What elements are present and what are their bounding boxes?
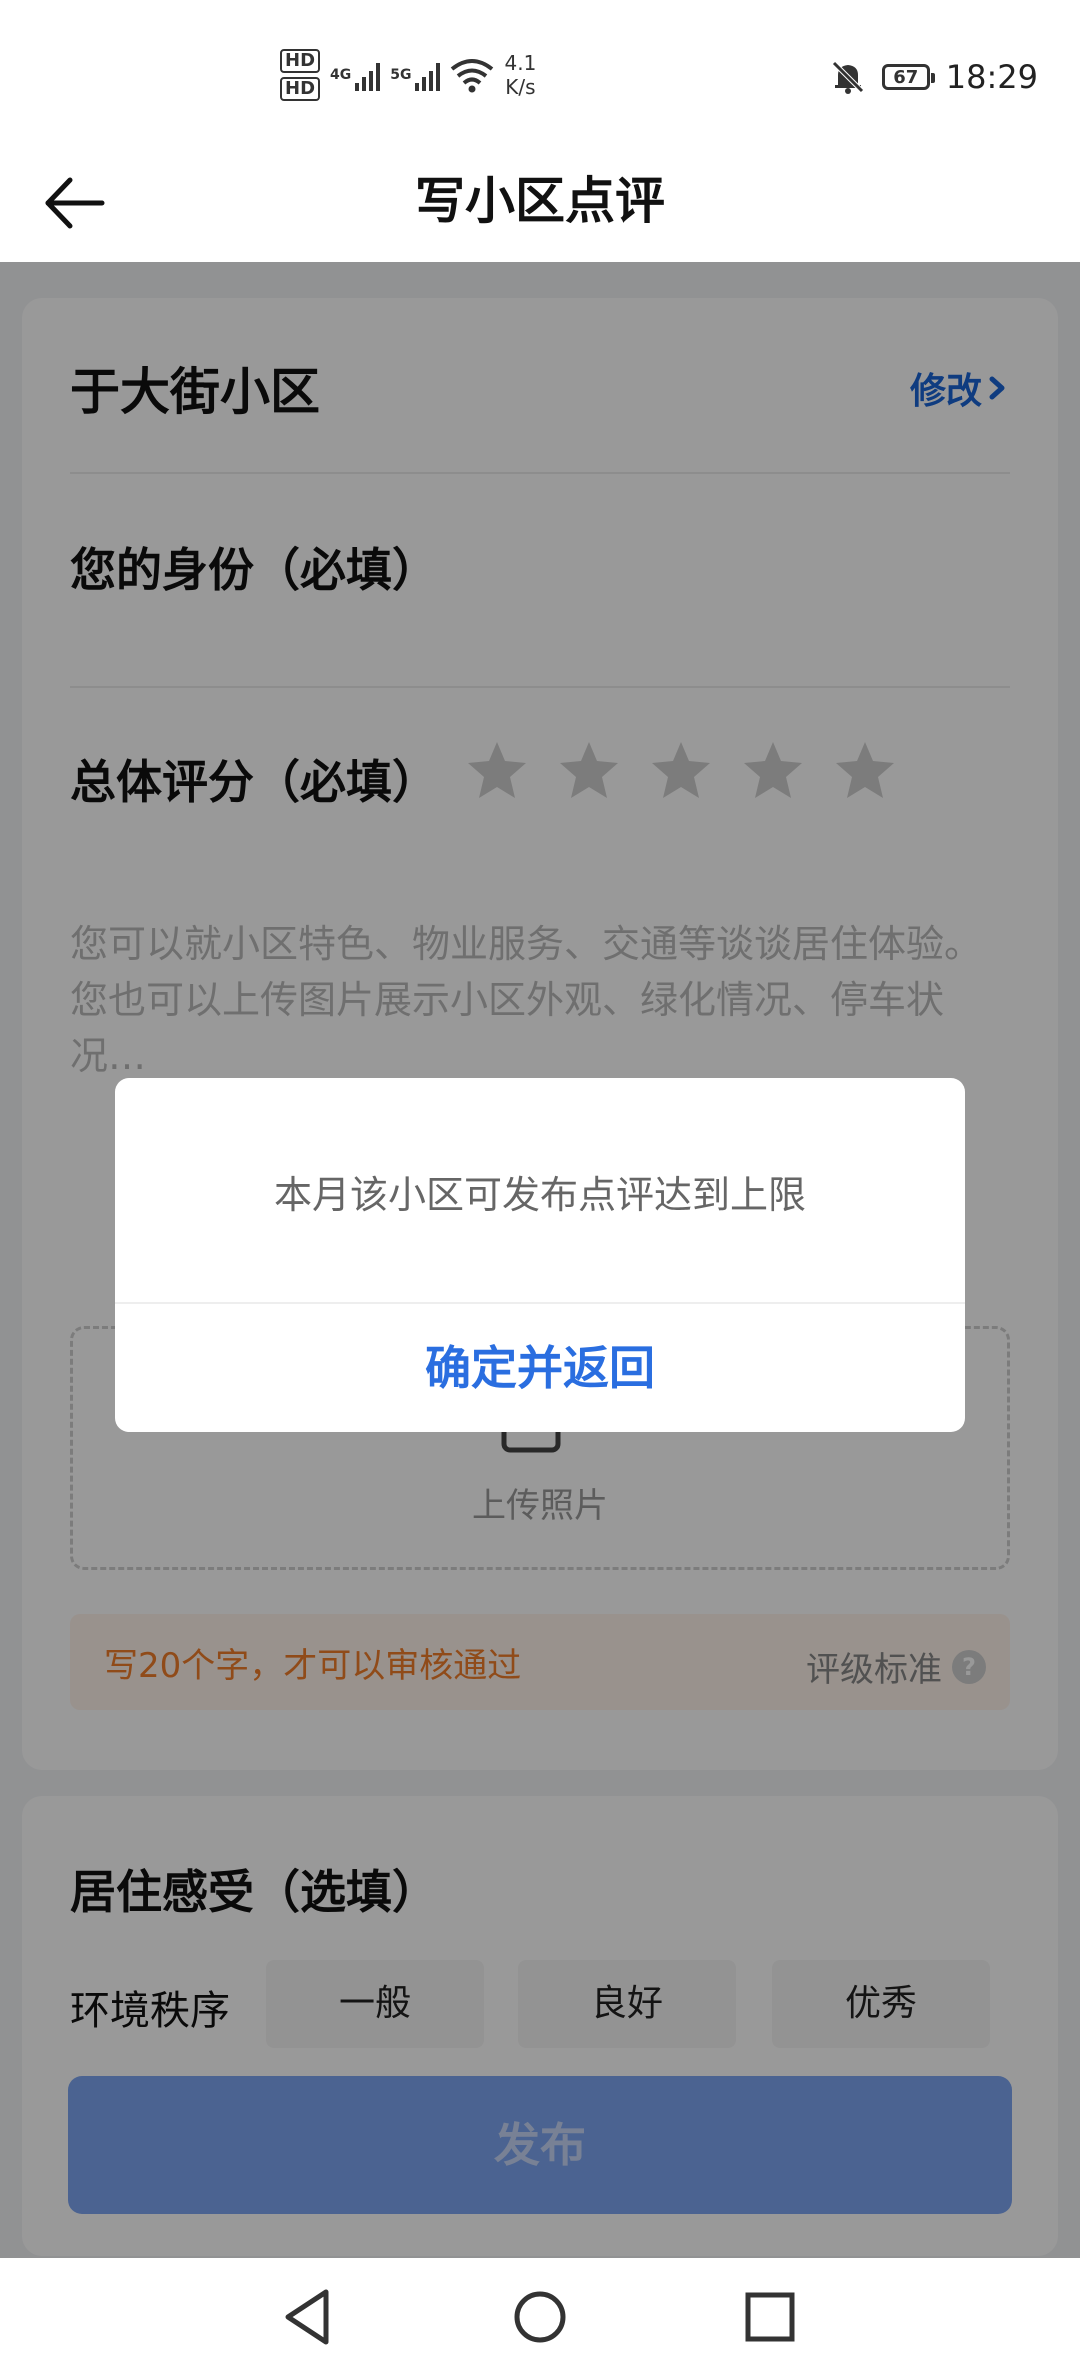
hd-badge-2: HD bbox=[280, 77, 321, 101]
limit-dialog: 本月该小区可发布点评达到上限 确定并返回 bbox=[115, 1078, 965, 1432]
page-title: 写小区点评 bbox=[415, 172, 665, 230]
status-right: 67 18:29 bbox=[830, 52, 1038, 102]
battery-level: 67 bbox=[893, 66, 919, 88]
network-speed-unit: K/s bbox=[505, 75, 536, 99]
nav-back-icon[interactable] bbox=[274, 2282, 344, 2352]
battery-icon: 67 bbox=[881, 64, 935, 90]
nav-recent-icon[interactable] bbox=[735, 2282, 805, 2352]
back-arrow-icon[interactable] bbox=[40, 168, 110, 238]
network-type-1: 4G bbox=[330, 67, 352, 83]
signal-strength-icon bbox=[355, 59, 381, 91]
dialog-message: 本月该小区可发布点评达到上限 bbox=[273, 1173, 806, 1217]
wifi-icon bbox=[451, 59, 494, 93]
network-speed: 4.1 K/s bbox=[504, 51, 536, 99]
hd-indicators: HD HD bbox=[280, 49, 321, 101]
clock: 18:29 bbox=[945, 58, 1038, 96]
status-bar: HD HD 4G 5G 4.1 K/s 67 18:29 bbox=[0, 0, 1080, 140]
network-type-2: 5G bbox=[390, 67, 412, 83]
app-header: 写小区点评 bbox=[0, 140, 1080, 262]
confirm-return-button[interactable]: 确定并返回 bbox=[115, 1304, 965, 1432]
nav-home-icon[interactable] bbox=[505, 2282, 575, 2352]
hd-badge-1: HD bbox=[280, 49, 321, 73]
signal-strength-icon-2 bbox=[415, 59, 441, 91]
system-nav-bar bbox=[0, 2258, 1080, 2376]
network-speed-value: 4.1 bbox=[504, 51, 537, 75]
bell-muted-icon bbox=[832, 61, 864, 94]
status-left: HD HD 4G 5G 4.1 K/s bbox=[280, 40, 536, 110]
